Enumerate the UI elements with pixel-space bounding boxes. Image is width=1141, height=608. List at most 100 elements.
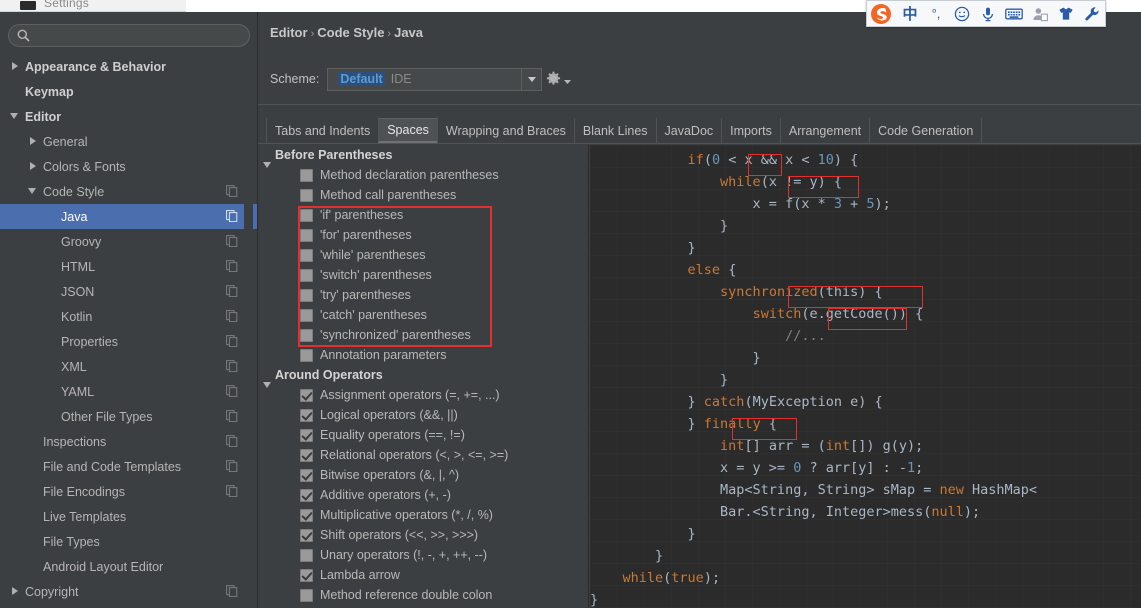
option-lambda-arrow[interactable]: Lambda arrow xyxy=(258,565,588,585)
option-unary-operators[interactable]: Unary operators (!, -, +, ++, --) xyxy=(258,545,588,565)
sidebar-item-copyright[interactable]: Copyright xyxy=(0,579,258,604)
option-try-parentheses[interactable]: 'try' parentheses xyxy=(258,285,588,305)
sidebar-item-colors-fonts[interactable]: Colors & Fonts xyxy=(0,154,258,179)
sidebar-item-xml[interactable]: XML xyxy=(0,354,258,379)
checkbox-shift-operators[interactable] xyxy=(300,528,313,542)
sidebar-item-groovy[interactable]: Groovy xyxy=(0,229,258,254)
breadcrumb-item[interactable]: Code Style xyxy=(317,25,384,40)
microphone-icon[interactable] xyxy=(975,1,1001,26)
copy-settings-icon[interactable] xyxy=(226,210,238,223)
sidebar-item-kotlin[interactable]: Kotlin xyxy=(0,304,258,329)
checkbox-lambda-arrow[interactable] xyxy=(300,568,313,582)
tab-imports[interactable]: Imports xyxy=(721,118,780,143)
search-input[interactable] xyxy=(36,27,236,44)
settings-tabs[interactable]: Tabs and Indents Spaces Wrapping and Brace… xyxy=(266,118,983,143)
tab-arrangement[interactable]: Arrangement xyxy=(779,118,869,143)
chevron-down-icon[interactable] xyxy=(521,68,541,90)
sidebar-item-android-layout-editor[interactable]: Android Layout Editor xyxy=(0,554,258,579)
option-equality-operators[interactable]: Equality operators (==, !=) xyxy=(258,425,588,445)
sidebar-item-live-templates[interactable]: Live Templates xyxy=(0,504,258,529)
gear-dropdown-icon[interactable] xyxy=(564,72,571,90)
sidebar-item-other-file-types[interactable]: Other File Types xyxy=(0,404,258,429)
checkbox-logical-operators[interactable] xyxy=(300,408,313,422)
user-icon[interactable] xyxy=(1027,1,1053,26)
code-preview-panel[interactable]: if(0 < x && x < 10) { while(x != y) { x … xyxy=(590,145,1141,608)
options-preview-splitter[interactable] xyxy=(588,145,589,608)
breadcrumb-item[interactable]: Editor xyxy=(270,25,308,40)
copy-settings-icon[interactable] xyxy=(226,485,238,498)
sidebar-item-keymap[interactable]: Keymap xyxy=(0,79,258,104)
tab-blank-lines[interactable]: Blank Lines xyxy=(573,118,656,143)
copy-settings-icon[interactable] xyxy=(226,385,238,398)
punctuation-icon[interactable]: °, xyxy=(923,1,949,26)
option-logical-operators[interactable]: Logical operators (&&, ||) xyxy=(258,405,588,425)
checkbox-additive-operators[interactable] xyxy=(300,488,313,502)
sidebar-item-general[interactable]: General xyxy=(0,129,258,154)
option-method-reference-double-colon[interactable]: Method reference double colon xyxy=(258,585,588,605)
sidebar-item-appearance-behavior[interactable]: Appearance & Behavior xyxy=(0,54,258,79)
copy-settings-icon[interactable] xyxy=(226,260,238,273)
sidebar-item-file-encodings[interactable]: File Encodings xyxy=(0,479,258,504)
copy-settings-icon[interactable] xyxy=(226,460,238,473)
sidebar-item-yaml[interactable]: YAML xyxy=(0,379,258,404)
sidebar-item-properties[interactable]: Properties xyxy=(0,329,258,354)
checkbox-relational-operators[interactable] xyxy=(300,448,313,462)
checkbox-method-call-parentheses[interactable] xyxy=(300,188,313,202)
options-list[interactable]: Before Parentheses Method declaration par… xyxy=(258,145,588,608)
option-multiplicative-operators[interactable]: Multiplicative operators (*, /, %) xyxy=(258,505,588,525)
copy-settings-icon[interactable] xyxy=(226,335,238,348)
option-for-parentheses[interactable]: 'for' parentheses xyxy=(258,225,588,245)
option-bitwise-operators[interactable]: Bitwise operators (&, |, ^) xyxy=(258,465,588,485)
wrench-icon[interactable] xyxy=(1079,1,1105,26)
option-method-call-parentheses[interactable]: Method call parentheses xyxy=(258,185,588,205)
ime-toolbar[interactable]: 中 °, xyxy=(866,0,1106,27)
copy-settings-icon[interactable] xyxy=(226,410,238,423)
option-if-parentheses[interactable]: 'if' parentheses xyxy=(258,205,588,225)
option-method-declaration-parentheses[interactable]: Method declaration parentheses xyxy=(258,165,588,185)
emoji-icon[interactable] xyxy=(949,1,975,26)
copy-settings-icon[interactable] xyxy=(226,185,238,198)
sidebar-item-java[interactable]: Java xyxy=(0,204,258,229)
checkbox-annotation-parameters[interactable] xyxy=(300,348,313,362)
breadcrumb-item[interactable]: Java xyxy=(394,25,423,40)
option-assignment-operators[interactable]: Assignment operators (=, +=, ...) xyxy=(258,385,588,405)
keyboard-icon[interactable] xyxy=(1001,1,1027,26)
checkbox-try-parentheses[interactable] xyxy=(300,288,313,302)
tab-code-generation[interactable]: Code Generation xyxy=(869,118,983,143)
options-group-before-parentheses[interactable]: Before Parentheses xyxy=(258,145,588,168)
option-catch-parentheses[interactable]: 'catch' parentheses xyxy=(258,305,588,325)
option-switch-parentheses[interactable]: 'switch' parentheses xyxy=(258,265,588,285)
checkbox-unary-operators[interactable] xyxy=(300,548,313,562)
checkbox-catch-parentheses[interactable] xyxy=(300,308,313,322)
settings-tree[interactable]: Appearance & Behavior Keymap Editor General… xyxy=(0,54,258,608)
checkbox-if-parentheses[interactable] xyxy=(300,208,313,222)
chevron-right-icon[interactable] xyxy=(28,161,39,172)
chevron-right-icon[interactable] xyxy=(10,586,21,597)
copy-settings-icon[interactable] xyxy=(226,285,238,298)
tab-javadoc[interactable]: JavaDoc xyxy=(655,118,722,143)
copy-settings-icon[interactable] xyxy=(226,360,238,373)
chevron-right-icon[interactable] xyxy=(10,61,21,72)
checkbox-while-parentheses[interactable] xyxy=(300,248,313,262)
sidebar-item-inspections[interactable]: Inspections xyxy=(0,429,258,454)
option-synchronized-parentheses[interactable]: 'synchronized' parentheses xyxy=(258,325,588,345)
tab-tabs-and-indents[interactable]: Tabs and Indents xyxy=(266,118,378,143)
checkbox-switch-parentheses[interactable] xyxy=(300,268,313,282)
checkbox-for-parentheses[interactable] xyxy=(300,228,313,242)
sidebar-item-file-and-code-templates[interactable]: File and Code Templates xyxy=(0,454,258,479)
checkbox-multiplicative-operators[interactable] xyxy=(300,508,313,522)
option-additive-operators[interactable]: Additive operators (+, -) xyxy=(258,485,588,505)
copy-settings-icon[interactable] xyxy=(226,235,238,248)
tab-spaces[interactable]: Spaces xyxy=(378,118,437,143)
chevron-right-icon[interactable] xyxy=(28,136,39,147)
sidebar-item-code-style[interactable]: Code Style xyxy=(0,179,258,204)
option-annotation-parameters[interactable]: Annotation parameters xyxy=(258,345,588,365)
checkbox-bitwise-operators[interactable] xyxy=(300,468,313,482)
option-shift-operators[interactable]: Shift operators (<<, >>, >>>) xyxy=(258,525,588,545)
sidebar-item-file-types[interactable]: File Types xyxy=(0,529,258,554)
checkbox-assignment-operators[interactable] xyxy=(300,388,313,402)
sidebar-item-editor[interactable]: Editor xyxy=(0,104,258,129)
copy-settings-icon[interactable] xyxy=(226,435,238,448)
checkbox-method-declaration-parentheses[interactable] xyxy=(300,168,313,182)
scheme-settings-button[interactable] xyxy=(546,71,571,91)
